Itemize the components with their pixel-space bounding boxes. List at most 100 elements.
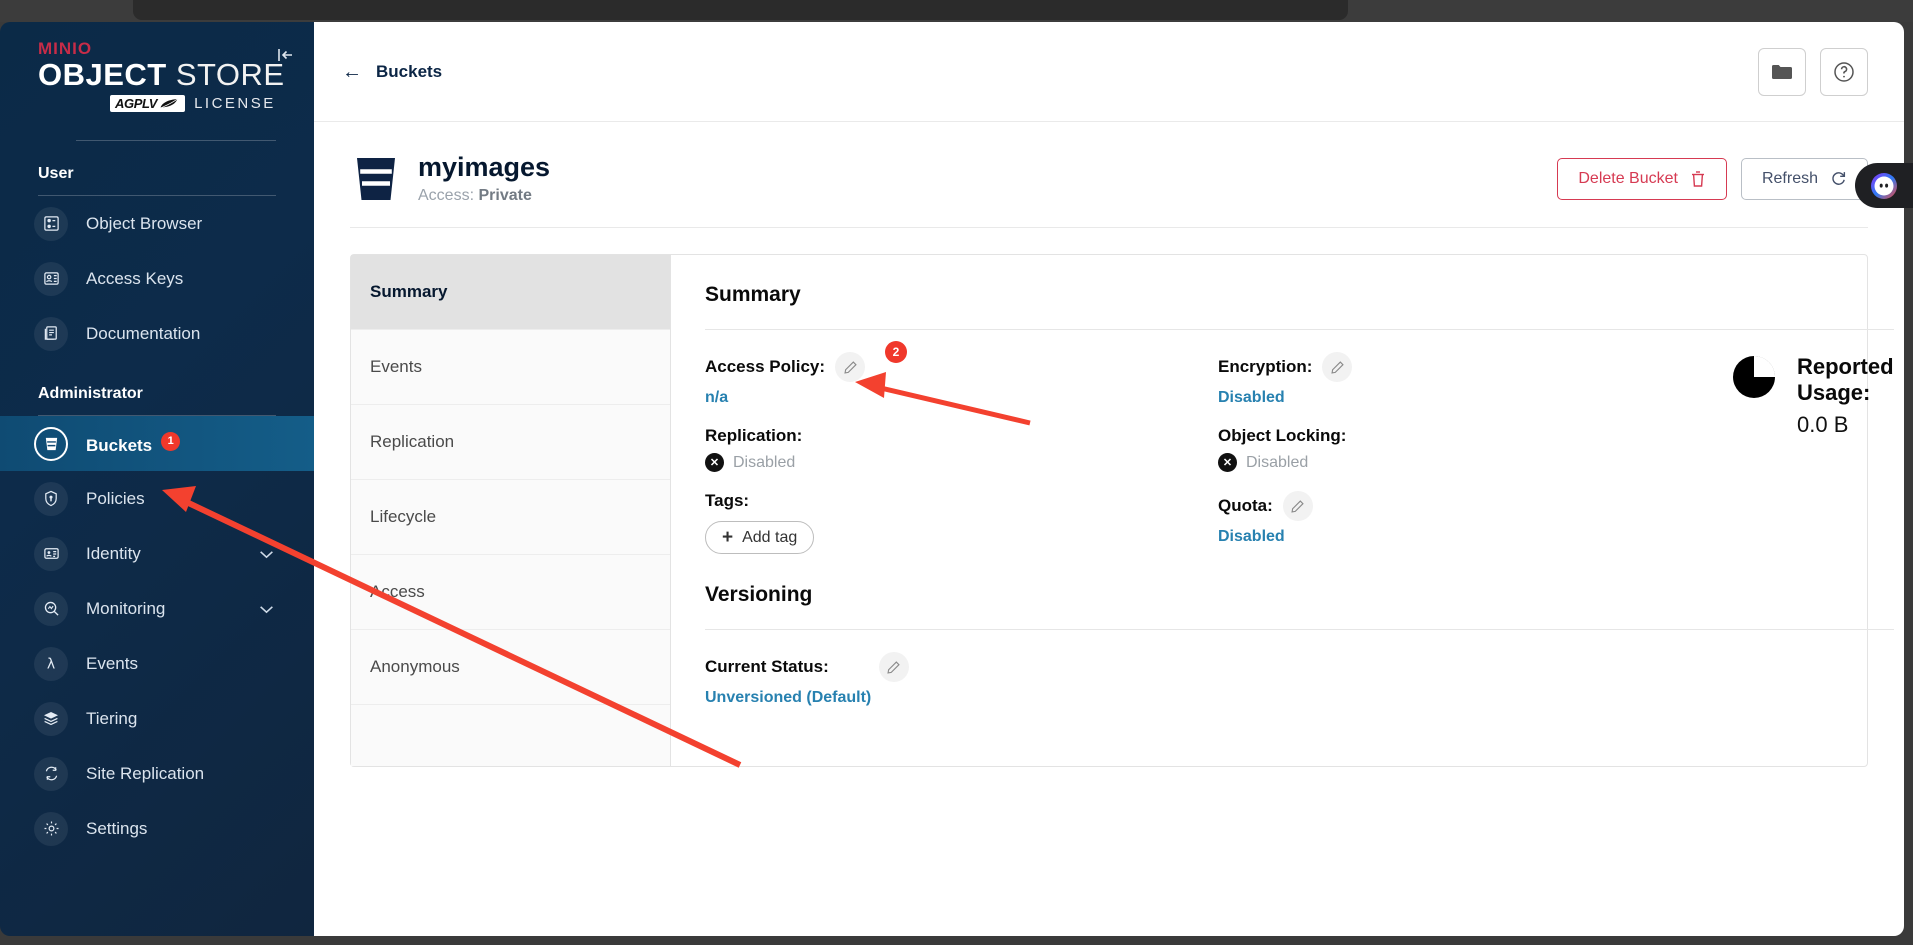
tab-lifecycle[interactable]: Lifecycle [351,480,670,556]
tab-anonymous[interactable]: Anonymous [351,630,670,706]
agpl-leaf-icon [160,98,178,109]
replication-label: Replication: [705,426,803,446]
field-value: ✕ Disabled [705,453,1218,473]
tab-events[interactable]: Events [351,330,670,406]
summary-content: Summary Access Policy: n/a Replication: … [671,255,1904,766]
field-replication: Replication: ✕ Disabled [705,426,1218,473]
sidebar: MINIO OBJECT STORE AGPLV LICENSE User Ob… [0,22,314,936]
replication-value: Disabled [733,453,796,471]
settings-gear-icon [34,811,68,846]
chevron-down-icon[interactable] [259,544,274,564]
current-status-value: Unversioned (Default) [705,689,872,707]
bucket-access-value: Private [478,187,532,205]
sidebar-item-label: Monitoring [86,598,166,618]
browser-chrome-right [1904,22,1913,936]
refresh-button[interactable]: Refresh [1740,157,1868,200]
reported-usage-text: Reported Usage: 0.0 B [1797,354,1894,438]
breadcrumb-back-buckets[interactable]: ← Buckets [342,62,442,82]
monitoring-icon [34,591,68,626]
sidebar-item-tiering[interactable]: Tiering [0,691,314,746]
bucket-detail-panel: Summary Events Replication Lifecycle Acc… [350,254,1894,768]
sidebar-item-site-replication[interactable]: Site Replication [0,746,314,801]
edit-versioning-pencil-icon[interactable] [878,652,909,683]
brand-title-light: STORE [166,56,285,92]
bucket-tabs: Summary Events Replication Lifecycle Acc… [351,255,671,767]
agpl-badge: AGPLV [110,95,186,113]
field-current-status: Current Status: Unversioned (Default) [705,652,1894,707]
refresh-label: Refresh [1761,169,1818,187]
bucket-glyph [45,437,57,451]
edit-quota-pencil-icon[interactable] [1282,491,1313,522]
edit-encryption-pencil-icon[interactable] [1322,352,1353,383]
documentation-icon [34,316,68,351]
current-status-label: Current Status: [705,657,829,677]
sidebar-item-identity[interactable]: Identity [0,526,314,581]
encryption-value[interactable]: Disabled [1218,389,1285,407]
field-tags: Tags: + Add tag [705,491,1218,555]
sidebar-item-settings[interactable]: Settings [0,801,314,856]
collapse-sidebar-icon[interactable] [270,40,300,70]
field-quota: Quota: Disabled [1218,491,1731,546]
identity-icon [34,536,68,571]
field-encryption: Encryption: Disabled [1218,352,1731,407]
edit-access-policy-pencil-icon[interactable] [835,352,866,383]
sidebar-item-buckets[interactable]: Buckets 1 [0,416,314,472]
quota-label: Quota: [1218,496,1273,516]
chevron-down-icon[interactable] [259,599,274,619]
delete-bucket-button[interactable]: Delete Bucket [1557,157,1727,200]
sidebar-section-administrator: Administrator [38,385,143,403]
tab-replication[interactable]: Replication [351,405,670,481]
sidebar-item-access-keys[interactable]: Access Keys [0,251,314,306]
sidebar-item-label: Tiering [86,708,138,728]
sidebar-item-policies[interactable]: Policies [0,471,314,526]
versioning-divider [705,629,1894,631]
access-policy-label: Access Policy: [705,357,826,377]
field-label: Replication: [705,426,1218,446]
summary-column-left: Access Policy: n/a Replication: ✕ Disabl… [705,352,1218,573]
help-glyph [1834,61,1854,82]
bucket-access-line: Access: Private [418,187,550,205]
sidebar-item-monitoring[interactable]: Monitoring [0,581,314,636]
add-tag-button[interactable]: + Add tag [705,521,815,555]
folder-icon[interactable] [1758,47,1806,96]
object-browser-icon [34,206,68,241]
sidebar-item-label: Buckets 1 [86,431,181,456]
sidebar-item-label: Site Replication [86,763,205,783]
sidebar-item-object-browser[interactable]: Object Browser [0,196,314,251]
app-root: MINIO OBJECT STORE AGPLV LICENSE User Ob… [0,0,1913,945]
site-replication-icon [34,756,68,791]
sidebar-item-documentation[interactable]: Documentation [0,306,314,361]
breadcrumb-label: Buckets [376,61,443,81]
summary-grid: Access Policy: n/a Replication: ✕ Disabl… [705,330,1894,573]
annotation-step-2-badge: 2 [885,341,907,363]
bucket-access-label: Access: [418,187,475,205]
delete-bucket-label: Delete Bucket [1578,169,1678,187]
help-icon[interactable] [1820,47,1868,96]
tab-summary[interactable]: Summary [351,255,670,331]
sidebar-item-label: Settings [86,818,148,838]
events-lambda-icon: λ [34,646,68,681]
object-locking-label: Object Locking: [1218,426,1347,446]
assistant-widget[interactable] [1855,163,1913,208]
access-policy-value[interactable]: n/a [705,389,728,407]
tab-label: Events [370,357,422,377]
tab-label: Lifecycle [370,507,437,527]
versioning-section: Versioning Current Status: Unversioned (… [705,573,1894,707]
bucket-header: myimages Access: Private Delete Bucket R… [314,122,1904,205]
tab-access[interactable]: Access [351,555,670,631]
page-topbar: ← Buckets [314,22,1904,122]
object-locking-value: Disabled [1246,453,1309,471]
page-title: myimages [418,152,551,182]
field-value: n/a [705,389,1218,407]
field-label: Current Status: [705,652,1894,683]
field-label: Access Policy: [705,352,1218,383]
sidebar-item-events[interactable]: λ Events [0,636,314,691]
x-circle-icon: ✕ [1218,453,1237,473]
bucket-header-actions: Delete Bucket Refresh [1557,157,1868,200]
quota-value[interactable]: Disabled [1218,528,1285,546]
policies-icon [34,481,68,516]
access-keys-icon [34,261,68,296]
field-label: Tags: [705,491,1218,511]
bucket-title-block: myimages Access: Private [418,152,550,205]
assistant-avatar-icon [1871,172,1897,199]
